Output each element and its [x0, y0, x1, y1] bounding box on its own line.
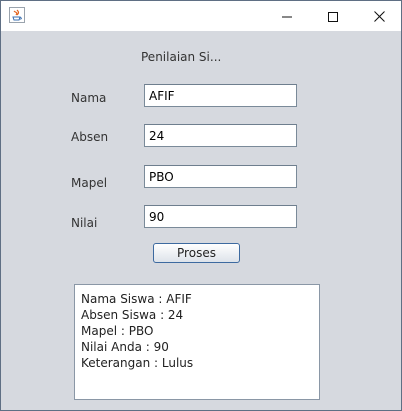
- mapel-input[interactable]: PBO: [144, 165, 297, 188]
- result-line-mapel: Mapel : PBO: [81, 324, 154, 338]
- mapel-label: Mapel: [71, 176, 108, 190]
- nilai-label: Nilai: [71, 216, 98, 230]
- result-line-keterangan: Keterangan : Lulus: [81, 356, 194, 370]
- nama-label: Nama: [71, 91, 107, 105]
- absen-label: Absen: [71, 130, 109, 144]
- title-bar[interactable]: [1, 1, 401, 31]
- nama-input[interactable]: AFIF: [144, 84, 297, 107]
- minimize-icon: [282, 7, 292, 26]
- result-line-nilai: Nilai Anda : 90: [81, 340, 169, 354]
- absen-input[interactable]: 24: [144, 124, 297, 147]
- maximize-icon: [328, 7, 338, 26]
- nilai-input[interactable]: 90: [144, 205, 297, 228]
- proses-button[interactable]: Proses: [153, 243, 240, 263]
- close-button[interactable]: [356, 1, 402, 31]
- maximize-button[interactable]: [310, 1, 356, 31]
- form-panel: Penilaian Si... Nama AFIF Absen 24 Mapel…: [1, 32, 401, 410]
- form-heading: Penilaian Si...: [141, 50, 222, 64]
- result-line-nama: Nama Siswa : AFIF: [81, 292, 192, 306]
- java-icon: [9, 7, 25, 23]
- result-line-absen: Absen Siswa : 24: [81, 308, 184, 322]
- result-textarea[interactable]: Nama Siswa : AFIF Absen Siswa : 24 Mapel…: [74, 284, 320, 400]
- app-window: Penilaian Si... Nama AFIF Absen 24 Mapel…: [0, 0, 402, 411]
- minimize-button[interactable]: [264, 1, 310, 31]
- close-icon: [373, 7, 385, 26]
